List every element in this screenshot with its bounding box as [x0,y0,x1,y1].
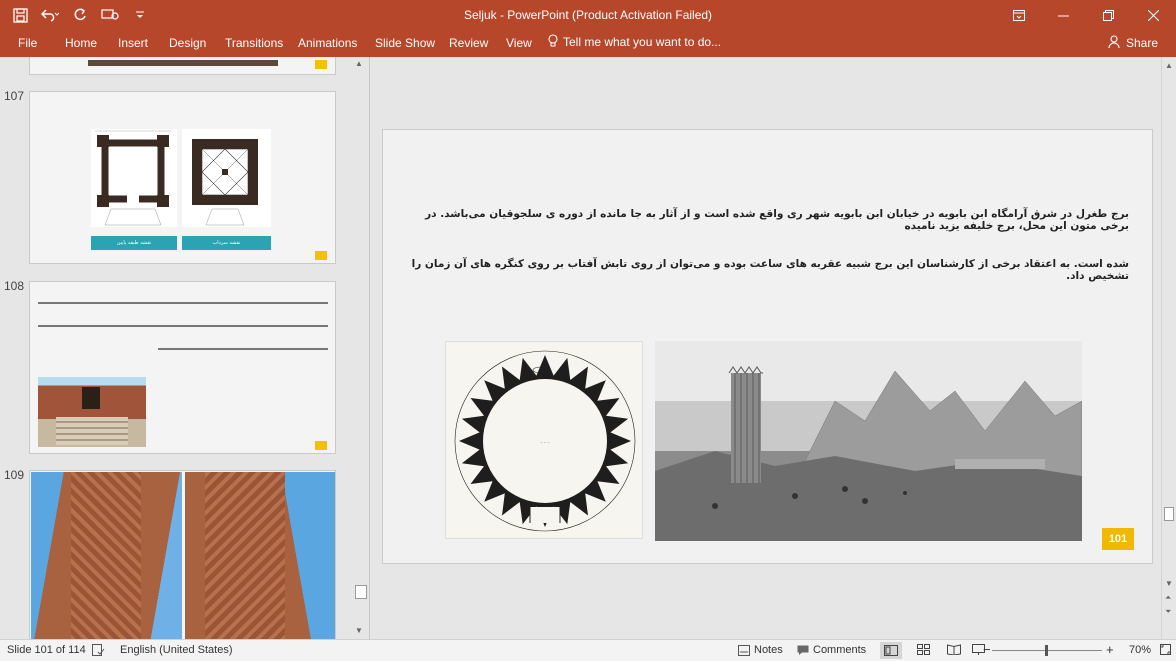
tab-view[interactable]: View [502,34,536,52]
slide-paragraph-line-1[interactable]: برج طغرل در شرق آرامگاه ابن بابویه در خی… [399,208,1129,232]
save-icon[interactable] [8,3,32,27]
slide-number: 108 [4,279,25,293]
notes-button[interactable]: Notes [738,644,783,656]
notes-icon [738,644,750,656]
tell-me-label: Tell me what you want to do... [563,35,722,49]
undo-icon[interactable] [38,3,62,27]
status-bar: Slide 101 of 114 English (United States)… [0,639,1176,661]
tower-photo [38,377,146,447]
slide-sorter-icon[interactable] [917,644,930,655]
comments-label: Comments [813,644,867,656]
scroll-up-icon[interactable]: ▲ [355,59,363,68]
tower-landscape-engraving[interactable] [655,341,1082,541]
basement-plan-image [182,129,271,227]
slide-thumbnail[interactable] [29,470,336,639]
tab-transitions[interactable]: Transitions [221,34,287,52]
brick-wall-photo-left [31,472,182,639]
tab-insert[interactable]: Insert [114,34,152,52]
slide-number-badge [315,251,327,260]
brick-wall-photo-right [185,472,335,639]
zoom-level[interactable]: 70% [1129,644,1151,656]
slide-thumbnail[interactable] [29,57,336,75]
zoom-slider-thumb[interactable] [1045,645,1048,656]
close-icon[interactable] [1131,0,1176,30]
current-slide[interactable]: برج طغرل در شرق آرامگاه ابن بابویه در خی… [382,129,1153,564]
ribbon-display-icon[interactable] [996,0,1041,30]
scroll-down-icon[interactable]: ▼ [355,626,363,635]
redo-icon[interactable] [68,3,92,27]
comments-button[interactable]: Comments [797,644,866,656]
spell-check-icon[interactable] [92,644,105,656]
slide-number: 109 [4,468,25,482]
thumbnail-scrollbar[interactable]: ▲ ▼ [352,57,369,639]
tab-design[interactable]: Design [165,34,210,52]
minimize-icon[interactable] [1041,0,1086,30]
scrollbar-thumb[interactable] [1164,507,1174,521]
reading-view-icon[interactable] [947,644,961,655]
tower-plan-drawing[interactable]: ~ ~ ~ [445,341,643,539]
restore-icon[interactable] [1086,0,1131,30]
tab-home[interactable]: Home [61,34,101,52]
scroll-down-icon[interactable]: ▼ [1165,579,1173,588]
quick-access-toolbar [8,3,152,27]
lightbulb-icon [548,34,558,50]
slide-editing-pane: برج طغرل در شرق آرامگاه ابن بابویه در خی… [371,57,1161,639]
language-indicator[interactable]: English (United States) [120,644,233,656]
present-icon[interactable] [98,3,122,27]
thumbnail-text-lines [38,302,328,350]
customize-icon[interactable] [128,3,152,27]
scrollbar-thumb[interactable] [355,585,367,599]
slide-thumbnail[interactable] [29,281,336,454]
share-label: Share [1125,36,1158,50]
thumbnail-image [88,60,278,66]
tab-slide-show[interactable]: Slide Show [371,34,439,52]
zoom-out-icon[interactable]: − [983,642,991,657]
fit-to-window-icon[interactable] [1160,644,1171,655]
slide-number-badge [315,441,327,450]
svg-text:~ ~ ~: ~ ~ ~ [540,440,550,444]
ribbon-tab-bar: File Home Insert Design Transitions Anim… [0,30,1176,57]
previous-slide-icon[interactable]: ⏶ [1165,593,1171,603]
title-bar: Seljuk - PowerPoint (Product Activation … [0,0,1176,30]
tab-file[interactable]: File [14,34,41,52]
slide-thumbnail-pane: 107 نقشه طبقه پایین نقشه سرداب 108 109 ▲… [0,57,370,639]
share-button[interactable]: Share [1102,33,1164,53]
slide-number-badge [315,60,327,69]
caption-left: نقشه طبقه پایین [91,236,177,250]
slide-number-badge: 101 [1102,528,1134,550]
window-controls [996,0,1176,30]
caption-right: نقشه سرداب [182,236,271,250]
tell-me-box[interactable]: Tell me what you want to do... [548,34,721,50]
tab-animations[interactable]: Animations [294,34,361,52]
scroll-up-icon[interactable]: ▲ [1165,61,1173,70]
comments-icon [797,645,809,655]
slide-number: 107 [4,89,25,103]
slide-paragraph-line-2[interactable]: شده است. به اعتقاد برخی از کارشناسان این… [399,258,1129,282]
notes-label: Notes [754,644,783,656]
slide-thumbnail[interactable]: نقشه طبقه پایین نقشه سرداب [29,91,336,264]
tab-review[interactable]: Review [445,34,492,52]
floor-plan-image [91,129,177,227]
next-slide-icon[interactable]: ⏷ [1165,607,1171,617]
slide-counter: Slide 101 of 114 [7,644,86,656]
person-icon [1108,35,1121,51]
editor-scrollbar[interactable]: ▲ ▼ ⏶ ⏷ [1161,57,1176,639]
normal-view-icon[interactable] [880,642,902,659]
zoom-in-icon[interactable]: + [1106,642,1114,657]
